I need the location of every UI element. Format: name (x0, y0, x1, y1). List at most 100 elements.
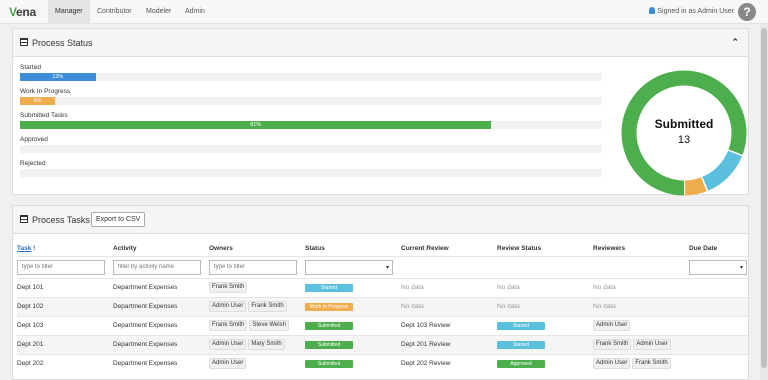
progress-track: 6% (20, 97, 602, 105)
reviewers-cell: No data (593, 296, 689, 316)
progress-track (20, 169, 602, 177)
scroll-thumb[interactable] (761, 28, 767, 368)
person-chip: Frank Smith (593, 339, 632, 350)
person-chip: Admin User (209, 339, 247, 350)
column-header-due-date[interactable]: Due Date (689, 242, 748, 256)
progress-track: 13% (20, 73, 602, 81)
column-header-status[interactable]: Status (305, 242, 401, 256)
progress-bar-wip: 6% (20, 97, 55, 105)
person-chip: Admin User (633, 339, 671, 350)
tab-manager[interactable]: Manager (48, 0, 90, 24)
column-header-task[interactable]: Task ! (17, 242, 113, 256)
task-cell[interactable]: Dept 102 (17, 296, 113, 316)
page-scrollbar[interactable] (760, 24, 768, 380)
owners-filter-input[interactable] (209, 259, 297, 275)
person-chip: Admin User (209, 358, 247, 370)
task-filter-input[interactable] (17, 259, 105, 275)
collapse-icon[interactable]: ⌃ (731, 37, 739, 48)
review-status-text: No data (497, 303, 520, 310)
column-header-reviewers[interactable]: Reviewers (593, 242, 689, 256)
chevron-down-icon: ▾ (385, 264, 389, 271)
current-review-cell: No data (401, 296, 497, 316)
table-row[interactable]: Dept 201 Department Expenses Admin User Mar… (17, 334, 748, 354)
review-status-badge: Started (497, 340, 545, 349)
status-cell: Work In Progress (305, 296, 401, 316)
list-icon (20, 38, 28, 46)
status-cell: Started (305, 277, 401, 297)
table-row[interactable]: Dept 102 Department Expenses Admin User Fra… (17, 296, 748, 316)
filter-row: ▾ ▾ (17, 255, 748, 278)
status-badge: Started (305, 283, 353, 292)
user-icon (649, 7, 656, 14)
table-row[interactable]: Dept 103 Department Expenses Frank Smith St… (17, 315, 748, 335)
person-chip: Admin User (593, 320, 631, 331)
signed-in-user[interactable]: Signed in as Admin User (649, 0, 734, 24)
person-chip: Admin User (209, 301, 247, 312)
person-chip: Frank Smith (209, 320, 248, 331)
status-cell: Submitted (305, 315, 401, 335)
task-cell[interactable]: Dept 101 (17, 277, 113, 297)
reviewers-text: No data (593, 303, 616, 310)
column-header-current-review[interactable]: Current Review (401, 242, 497, 256)
export-csv-button[interactable]: Export to CSV (91, 212, 146, 227)
top-navbar: Vena Manager Contributor Modeler Admin S… (0, 0, 768, 24)
due-date-cell (689, 277, 748, 297)
task-cell[interactable]: Dept 201 (17, 334, 113, 354)
person-chip: Mary Smith (248, 339, 285, 350)
bar-label-rejected: Rejected (20, 160, 46, 167)
bar-label-submitted: Submitted Tasks (20, 112, 68, 119)
activity-cell: Department Expenses (113, 277, 209, 297)
activity-cell: Department Expenses (113, 296, 209, 316)
panel-header: Process Tasks Export to CSV (13, 206, 748, 234)
status-donut-chart[interactable]: Submitted 13 (620, 69, 748, 197)
column-header-activity[interactable]: Activity (113, 242, 209, 256)
task-cell[interactable]: Dept 202 (17, 353, 113, 373)
reviewers-cell: Admin User Frank Smith (593, 353, 689, 373)
review-status-cell: Started (497, 315, 593, 335)
tab-admin[interactable]: Admin (178, 0, 212, 24)
reviewers-text: No data (593, 284, 616, 291)
activity-cell: Department Expenses (113, 353, 209, 373)
tasks-table: Task ! Activity Owners Status Current Re… (17, 242, 748, 373)
due-date-cell (689, 315, 748, 335)
review-status-cell: No data (497, 296, 593, 316)
owners-cell: Admin User Frank Smith (209, 296, 305, 316)
process-status-panel: Process Status ⌃ Started 13% Work In Pro… (12, 28, 749, 197)
sort-icon[interactable]: ! (33, 245, 35, 252)
review-status-text: No data (497, 284, 520, 291)
review-status-badge: Approved (497, 359, 545, 368)
tab-modeler[interactable]: Modeler (139, 0, 178, 24)
review-status-badge: Started (497, 321, 545, 330)
table-row[interactable]: Dept 101 Department Expenses Frank Smith St… (17, 277, 748, 297)
current-review-cell: Dept 103 Review (401, 315, 497, 335)
bar-label-wip: Work In Progress (20, 88, 71, 95)
status-badge: Submitted (305, 321, 353, 330)
due-date-filter-select[interactable]: ▾ (689, 259, 747, 275)
progress-track: 81% (20, 121, 602, 129)
review-status-cell: No data (497, 277, 593, 297)
owners-cell: Admin User Mary Smith (209, 334, 305, 354)
process-tasks-panel: Process Tasks Export to CSV Task ! Activ… (12, 205, 749, 380)
activity-filter-input[interactable] (113, 259, 201, 275)
vena-logo[interactable]: Vena (9, 5, 36, 19)
progress-bar-submitted: 81% (20, 121, 492, 129)
status-badge: Work In Progress (305, 302, 353, 311)
column-header-review-status[interactable]: Review Status (497, 242, 593, 256)
panel-title: Process Tasks (32, 215, 90, 225)
donut-count: 13 (677, 134, 691, 146)
owners-cell: Frank Smith Steve Welsh (209, 315, 305, 335)
task-cell[interactable]: Dept 103 (17, 315, 113, 335)
reviewers-cell: Admin User (593, 315, 689, 335)
status-badge: Submitted (305, 340, 353, 349)
column-header-owners[interactable]: Owners (209, 242, 305, 256)
due-date-cell (689, 334, 748, 354)
bar-label-approved: Approved (20, 136, 48, 143)
status-filter-select[interactable]: ▾ (305, 259, 393, 275)
owners-cell: Frank Smith (209, 277, 305, 297)
help-icon[interactable]: ? (738, 3, 756, 21)
table-row[interactable]: Dept 202 Department Expenses Admin User Sub… (17, 353, 748, 373)
progress-bar-started: 13% (20, 73, 96, 81)
tab-contributor[interactable]: Contributor (90, 0, 139, 24)
donut-title: Submitted (654, 117, 714, 131)
current-review-cell: No data (401, 277, 497, 297)
